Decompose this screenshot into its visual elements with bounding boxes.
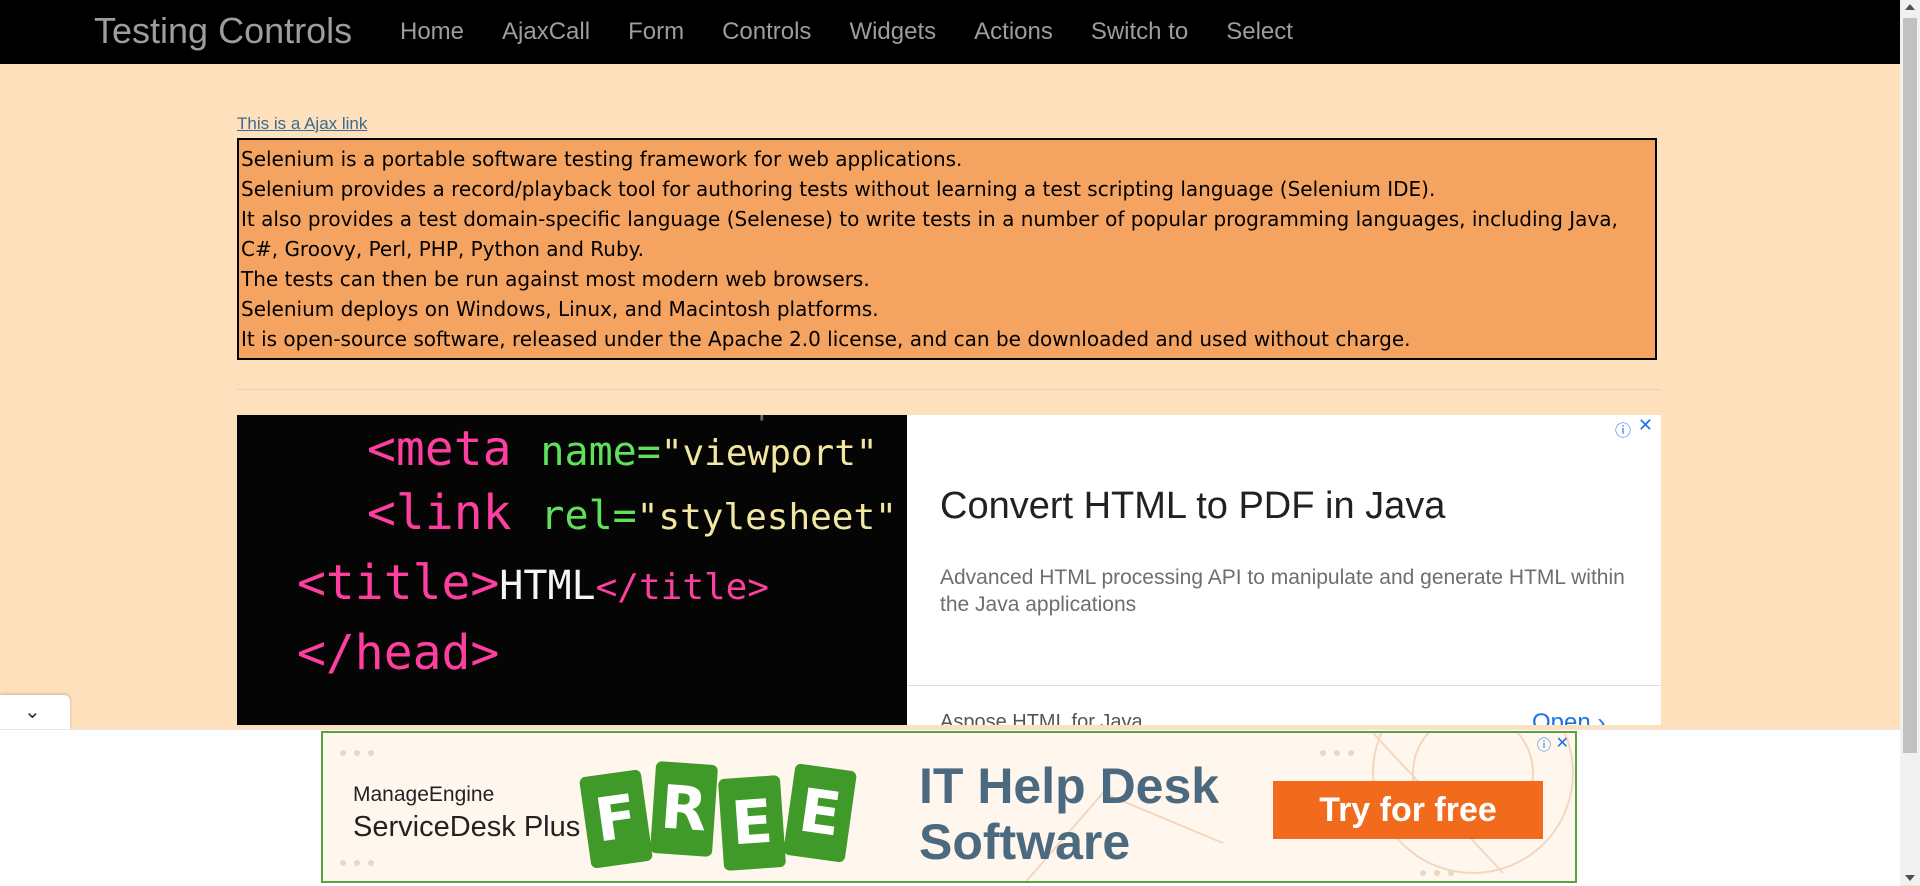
- ad-description[interactable]: Advanced HTML processing API to manipula…: [940, 564, 1630, 618]
- info-icon[interactable]: ⓘ: [1615, 417, 1631, 441]
- code-token: "viewport": [660, 433, 878, 474]
- nav-form[interactable]: Form: [628, 18, 684, 46]
- code-token: </title>: [595, 567, 770, 608]
- display-ad[interactable]: ="X-UA-Compat <meta name="viewport" <lin…: [237, 415, 1661, 725]
- free-tag: E: [782, 763, 858, 863]
- paragraph: Selenium deploys on Windows, Linux, and …: [241, 297, 879, 321]
- anchor-ad-banner[interactable]: ManageEngine ServiceDesk Plus F R E E IT…: [321, 731, 1577, 883]
- ad-headline[interactable]: Convert HTML to PDF in Java: [940, 485, 1630, 528]
- ad-advertiser[interactable]: Aspose.HTML for Java: [940, 711, 1143, 725]
- scroll-thumb[interactable]: [1903, 18, 1917, 753]
- ad-open-button[interactable]: Open ›: [1532, 709, 1605, 725]
- code-token: name=: [540, 429, 661, 475]
- nav-select[interactable]: Select: [1226, 18, 1293, 46]
- ajax-content-box: Selenium is a portable software testing …: [237, 138, 1657, 360]
- ad-text-block[interactable]: Convert HTML to PDF in Java Advanced HTM…: [940, 485, 1630, 618]
- banner-headline-line1: IT Help Desk: [919, 758, 1220, 814]
- code-token: <title>: [297, 555, 500, 611]
- nav-links: Home AjaxCall Form Controls Widgets Acti…: [400, 18, 1331, 46]
- brand-title[interactable]: Testing Controls: [94, 10, 352, 52]
- chevron-down-icon: ⌄: [24, 701, 41, 723]
- paragraph: Selenium is a portable software testing …: [241, 147, 963, 171]
- code-token: rel=: [540, 493, 637, 539]
- scroll-up-arrow-icon[interactable]: [1905, 4, 1915, 10]
- free-tag: R: [649, 760, 719, 858]
- code-token: HTML: [499, 563, 596, 609]
- banner-headline-line2: Software: [919, 814, 1131, 870]
- code-token: </head>: [297, 625, 500, 681]
- ad-image-code[interactable]: ="X-UA-Compat <meta name="viewport" <lin…: [237, 415, 907, 725]
- free-tag: E: [717, 774, 787, 872]
- paragraph: It also provides a test domain-specific …: [241, 207, 1618, 261]
- top-navbar: Testing Controls Home AjaxCall Form Cont…: [0, 0, 1900, 64]
- nav-switch-to[interactable]: Switch to: [1091, 18, 1188, 46]
- nav-widgets[interactable]: Widgets: [849, 18, 936, 46]
- paragraph: Selenium provides a record/playback tool…: [241, 177, 1436, 201]
- nav-actions[interactable]: Actions: [974, 18, 1053, 46]
- close-icon[interactable]: ✕: [1556, 733, 1569, 753]
- vertical-scrollbar[interactable]: [1900, 0, 1920, 885]
- scroll-down-arrow-icon[interactable]: [1905, 875, 1915, 881]
- free-tag: F: [578, 769, 654, 869]
- paragraph: It is open-source software, released und…: [241, 327, 1411, 351]
- code-token: <link: [367, 485, 512, 541]
- nav-controls[interactable]: Controls: [722, 18, 811, 46]
- close-icon[interactable]: ✕: [1638, 415, 1653, 436]
- manageengine-logo: ManageEngine: [353, 783, 495, 806]
- ad-divider: [907, 685, 1661, 686]
- ad-open-label: Open: [1532, 709, 1591, 725]
- divider: [237, 389, 1661, 390]
- anchor-collapse-button[interactable]: ⌄: [0, 695, 70, 729]
- nav-ajaxcall[interactable]: AjaxCall: [502, 18, 590, 46]
- code-token: "stylesheet": [636, 497, 897, 538]
- try-for-free-button[interactable]: Try for free: [1273, 781, 1543, 839]
- info-icon[interactable]: ⓘ: [1537, 735, 1551, 755]
- servicedesk-plus-logo: ServiceDesk Plus: [353, 811, 581, 843]
- ajax-link[interactable]: This is a Ajax link: [237, 114, 367, 134]
- paragraph: The tests can then be run against most m…: [241, 267, 870, 291]
- nav-home[interactable]: Home: [400, 18, 464, 46]
- code-token: <meta: [367, 421, 512, 477]
